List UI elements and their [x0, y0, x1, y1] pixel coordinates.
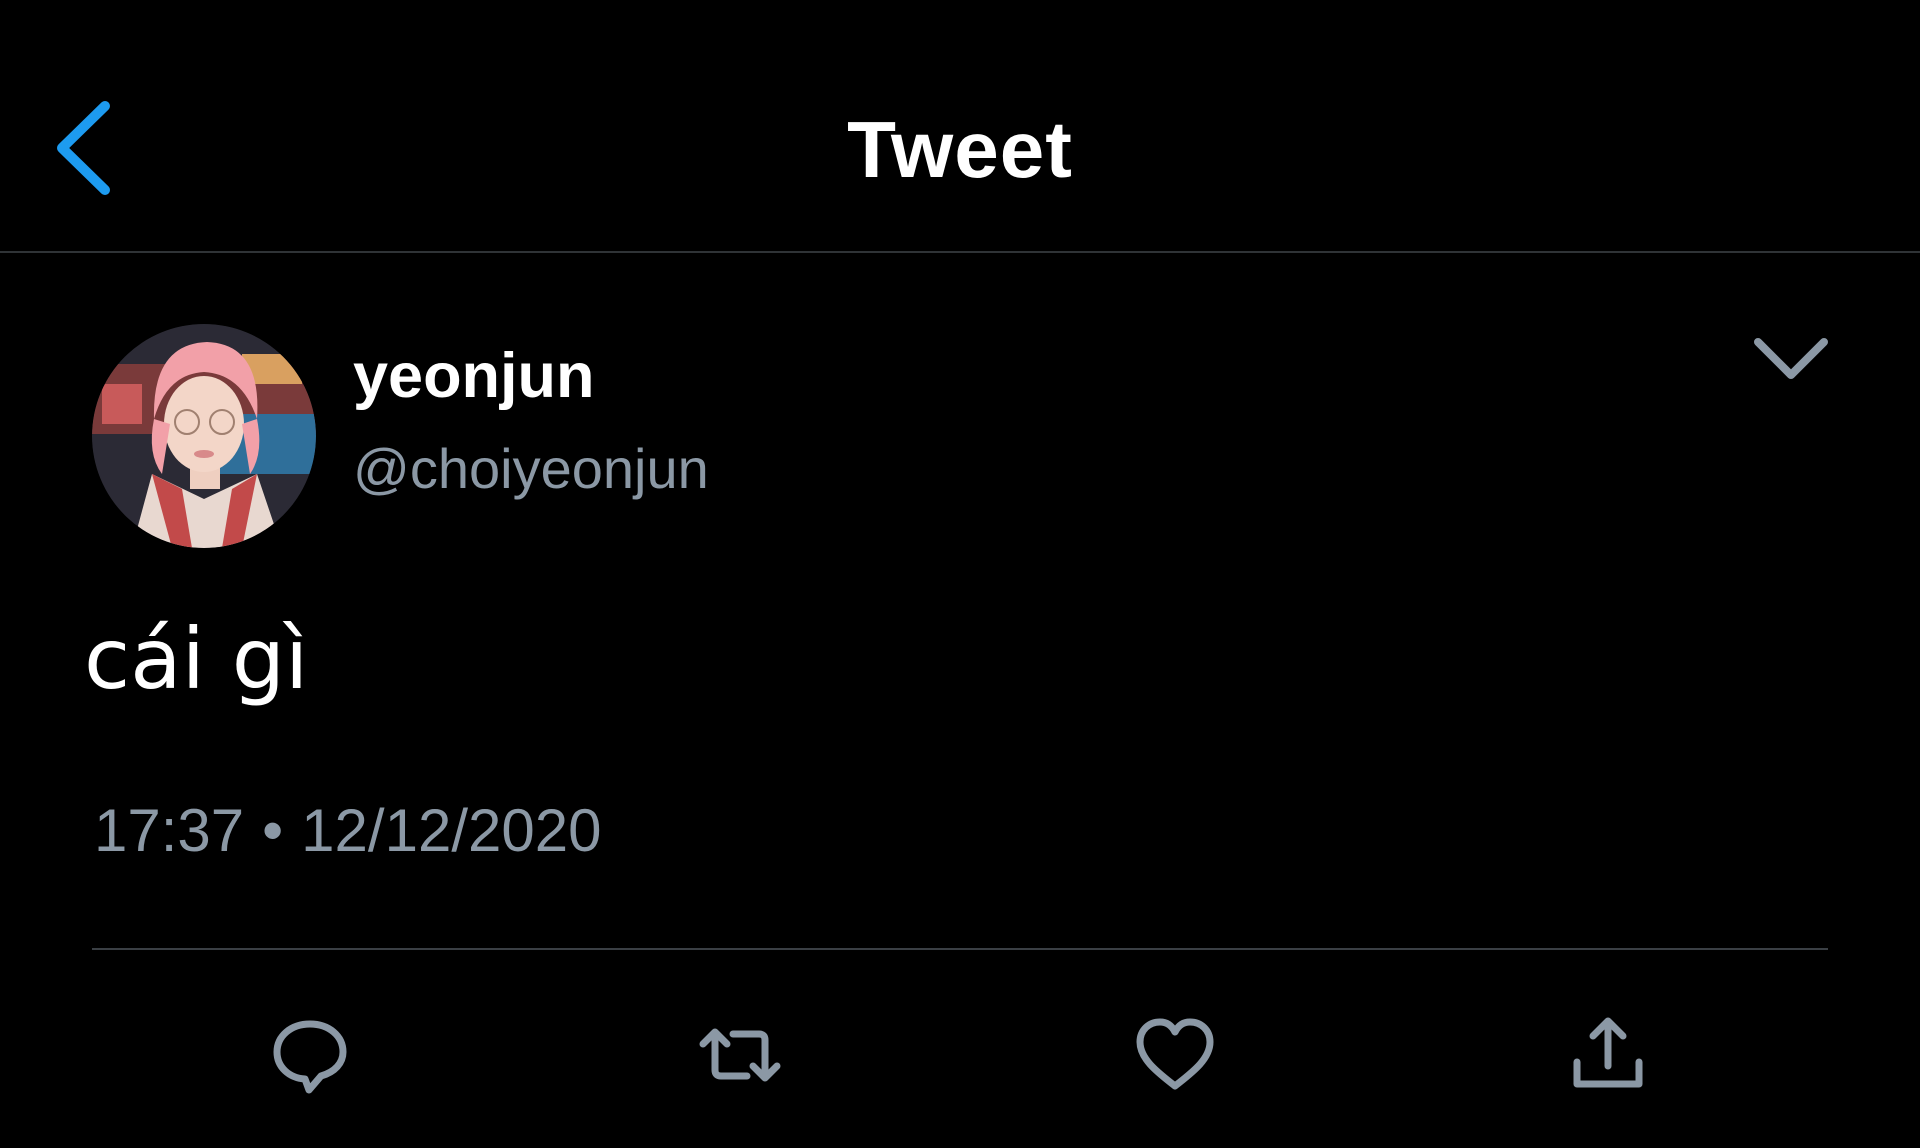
author-display-name[interactable]: yeonjun: [353, 340, 595, 412]
retweet-icon: [699, 1028, 781, 1082]
reply-button[interactable]: [265, 1010, 355, 1100]
page-title: Tweet: [847, 105, 1073, 194]
like-button[interactable]: [1130, 1010, 1220, 1100]
chevron-down-icon: [1754, 338, 1828, 379]
top-nav-bar: Tweet: [0, 0, 1920, 253]
tweet-date: 12/12/2020: [301, 797, 602, 864]
more-options-button[interactable]: [1750, 330, 1832, 390]
share-button[interactable]: [1563, 1010, 1653, 1100]
avatar-image: [92, 324, 316, 548]
heart-icon: [1136, 1018, 1214, 1090]
share-icon: [1573, 1017, 1643, 1088]
tweet-detail-screen: Tweet yeonjun @choiyeonjun cái gì 17:37 …: [0, 0, 1920, 1148]
retweet-button[interactable]: [695, 1010, 785, 1100]
meta-separator: •: [262, 797, 284, 864]
tweet-text: cái gì: [84, 610, 309, 708]
reply-icon: [273, 1020, 347, 1094]
divider: [92, 948, 1828, 950]
author-handle[interactable]: @choiyeonjun: [353, 436, 709, 501]
tweet-time: 17:37: [94, 797, 245, 864]
avatar[interactable]: [92, 324, 316, 548]
tweet-timestamp: 17:37 • 12/12/2020: [94, 796, 601, 865]
